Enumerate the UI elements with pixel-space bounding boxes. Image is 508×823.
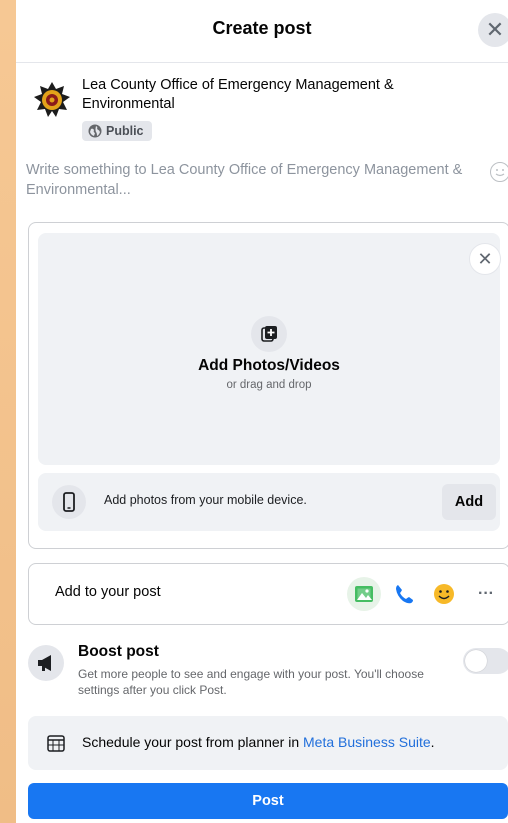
- post-text-input[interactable]: Write something to Lea County Office of …: [26, 160, 486, 200]
- schedule-suffix: .: [430, 734, 435, 750]
- add-to-post-label: Add to your post: [55, 584, 161, 600]
- page-name: Lea County Office of Emergency Managemen…: [82, 77, 394, 112]
- privacy-label: Public: [106, 124, 144, 138]
- meta-business-suite-link[interactable]: Meta Business Suite: [303, 734, 431, 750]
- add-from-mobile-button[interactable]: Add: [442, 484, 496, 520]
- privacy-selector[interactable]: Public: [82, 121, 152, 141]
- add-photo-icon: [251, 316, 287, 352]
- more-icon[interactable]: ···: [469, 577, 503, 611]
- window-frame: [0, 0, 16, 823]
- mobile-upload-text: Add photos from your mobile device.: [104, 493, 307, 507]
- media-attachment-box: ✕ Add Photos/Videos or drag and drop Add…: [28, 222, 508, 549]
- mobile-phone-icon: [52, 485, 86, 519]
- mobile-upload-row: Add photos from your mobile device. Add: [38, 473, 500, 531]
- schedule-text: Schedule your post from planner in Meta …: [82, 734, 435, 750]
- remove-media-button[interactable]: ✕: [469, 243, 501, 275]
- photo-video-icon[interactable]: [347, 577, 381, 611]
- smiley-icon: [495, 169, 505, 177]
- toggle-knob: [465, 650, 487, 672]
- close-icon: ✕: [485, 17, 505, 42]
- globe-icon: [88, 124, 102, 138]
- page-avatar[interactable]: [32, 80, 72, 120]
- photo-drop-area[interactable]: ✕ Add Photos/Videos or drag and drop: [38, 233, 501, 465]
- add-to-your-post-bar: Add to your post ···: [28, 563, 508, 625]
- calendar-icon: [46, 733, 66, 758]
- feeling-icon[interactable]: [427, 577, 461, 611]
- add-photos-title: Add Photos/Videos: [198, 357, 340, 374]
- create-post-dialog: Create post ✕ Lea County Office of Emerg…: [16, 0, 508, 823]
- phone-icon[interactable]: [387, 577, 421, 611]
- schedule-planner-row: Schedule your post from planner in Meta …: [28, 716, 508, 770]
- dialog-header: Create post ✕: [16, 0, 508, 63]
- close-button[interactable]: ✕: [478, 13, 508, 47]
- emoji-picker-icon[interactable]: [490, 162, 508, 182]
- badge-logo-icon: [34, 82, 70, 117]
- drag-drop-hint: or drag and drop: [226, 379, 312, 391]
- schedule-prefix: Schedule your post from planner in: [82, 734, 304, 750]
- dialog-title: Create post: [212, 18, 312, 38]
- boost-post-title: Boost post: [78, 643, 159, 660]
- megaphone-icon: [28, 645, 64, 681]
- boost-post-toggle[interactable]: [463, 648, 508, 674]
- close-icon: ✕: [477, 249, 493, 269]
- boost-post-description: Get more people to see and engage with y…: [78, 667, 424, 697]
- post-button[interactable]: Post: [28, 783, 508, 819]
